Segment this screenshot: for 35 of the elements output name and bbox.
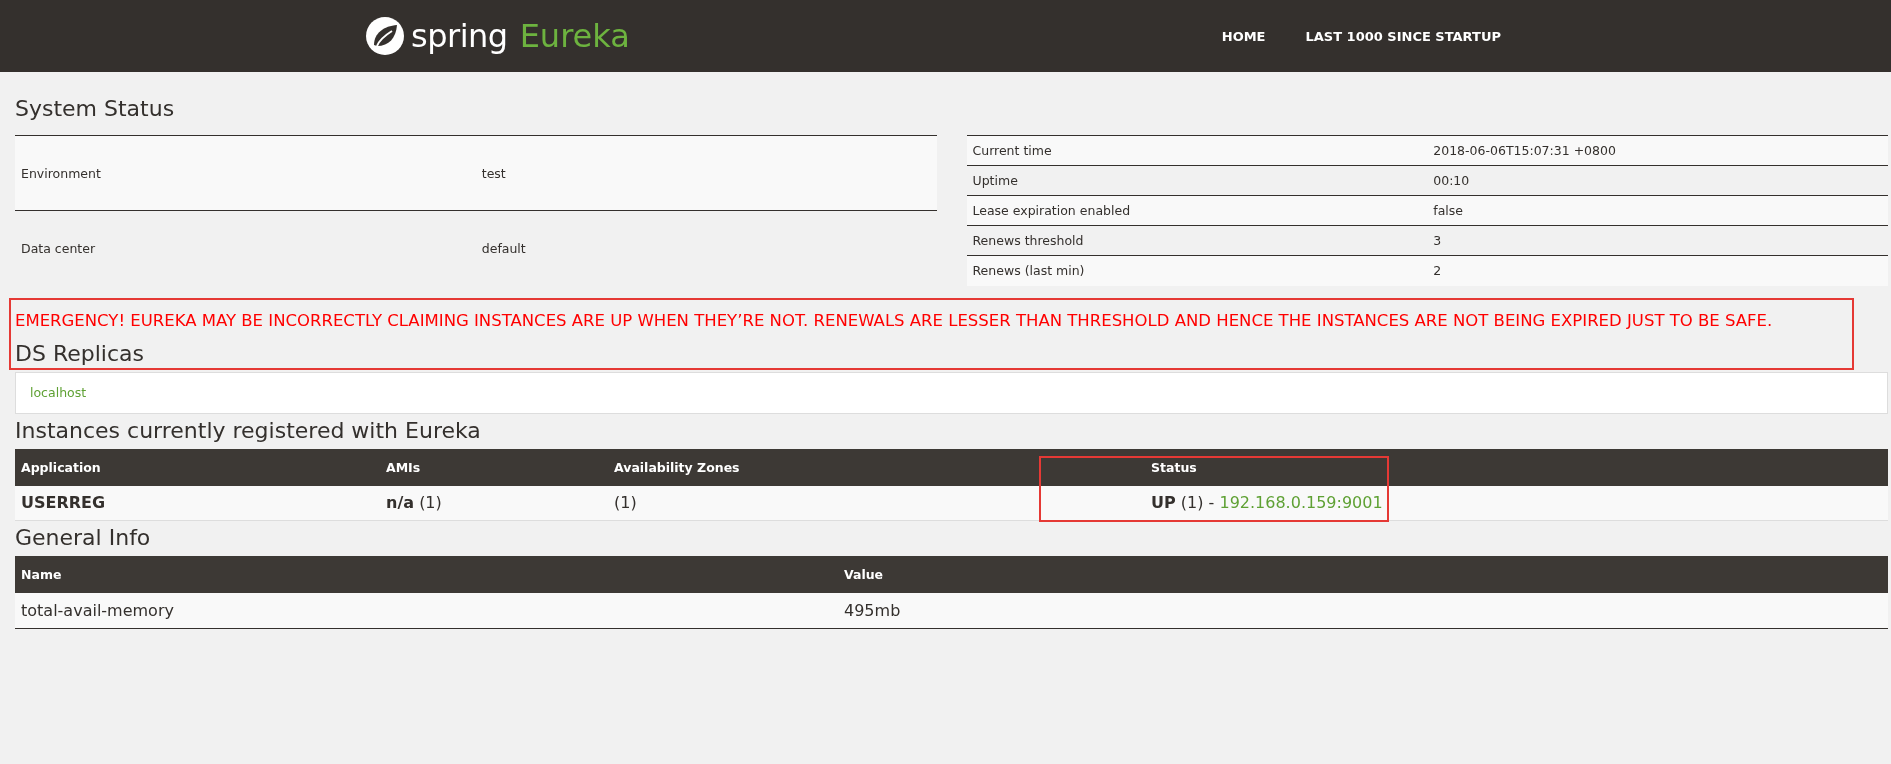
warning-message: EMERGENCY! EUREKA MAY BE INCORRECTLY CLAIMING INSTANCES ARE UP WHEN THEY’RE NOT. RENEWALS ARE LESSER THAN THRESHOLD AND HENCE THE INSTANCES ARE NOT BEING EXPIRED JUST TO BE SAFE. — [15, 311, 1774, 329]
table-cell: USERREG — [15, 485, 380, 521]
nav-link[interactable]: LAST 1000 SINCE STARTUP — [1305, 28, 1501, 44]
table-cell: 495mb — [838, 593, 1888, 628]
column-header: Value — [838, 556, 1888, 593]
nav-link[interactable]: HOME — [1221, 28, 1266, 44]
brand-name: spring — [411, 17, 508, 55]
separator-text: - — [1208, 493, 1215, 513]
table-cell: total-avail-memory — [15, 593, 838, 628]
table-cell: (1) — [608, 485, 1145, 521]
leaf-logo-icon — [365, 16, 405, 56]
ami-count: (1) — [419, 493, 442, 513]
status-count: (1) — [1180, 493, 1204, 513]
table-cell: Environment — [15, 135, 476, 211]
status-value: UP — [1151, 493, 1176, 513]
table-cell: Renews (last min) — [966, 255, 1428, 286]
table-cell: 2 — [1427, 255, 1888, 286]
column-header: Availability Zones — [608, 448, 1145, 486]
table-cell: Current time — [966, 135, 1428, 166]
table-cell: 2018-06-06T15:07:31 +0800 — [1427, 135, 1888, 166]
table-cell: default — [475, 210, 937, 286]
column-header: Name — [15, 556, 838, 593]
table-cell: test — [475, 135, 937, 211]
column-header: Application — [15, 448, 380, 486]
section-heading: General Info — [15, 524, 152, 552]
column-header: Status — [1145, 448, 1888, 486]
column-header: AMIs — [380, 448, 608, 486]
table-cell: Data center — [15, 210, 476, 286]
table-cell: Lease expiration enabled — [966, 195, 1428, 226]
section-heading: DS Replicas — [15, 339, 145, 368]
product-name: Eureka — [519, 17, 630, 55]
section-heading: Instances currently registered with Eureka — [15, 416, 482, 445]
section-heading: System Status — [15, 95, 176, 123]
ami-value: n/a — [386, 493, 415, 513]
table-cell: false — [1427, 195, 1888, 226]
